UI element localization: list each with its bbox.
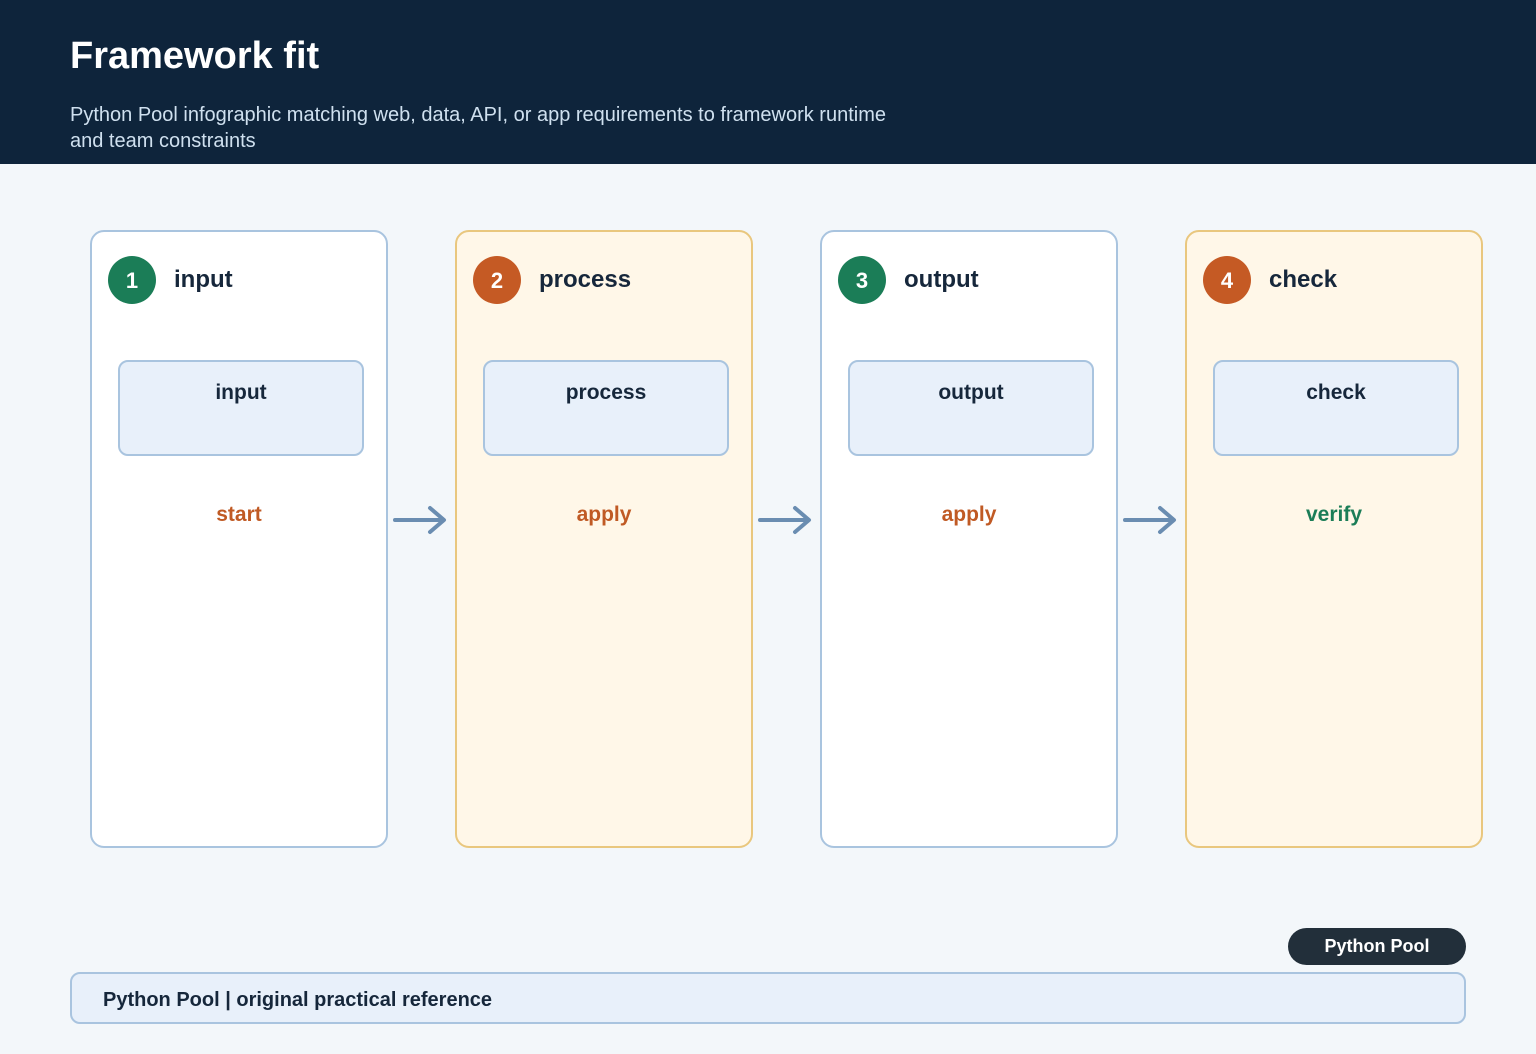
footer-bar: Python Pool | original practical referen… <box>70 972 1466 1024</box>
step-title: process <box>539 266 632 293</box>
step-content-box: output <box>848 360 1094 456</box>
step-action-label: start <box>216 503 262 526</box>
brand-badge: Python Pool <box>1288 928 1466 965</box>
step-card-process: 2 process process apply <box>455 230 753 848</box>
page-subtitle: Python Pool infographic matching web, da… <box>70 104 886 152</box>
step-content-label: input <box>215 381 267 404</box>
step-content-box: check <box>1213 360 1459 456</box>
step-title: output <box>904 266 979 293</box>
step-action-label: verify <box>1305 503 1363 526</box>
step-card-output: 3 output output apply <box>820 230 1118 848</box>
arrow-right-icon <box>393 506 446 534</box>
step-content-label: check <box>1306 381 1366 404</box>
step-number-badge: 2 <box>473 256 521 304</box>
page-title: Framework fit <box>70 35 320 77</box>
header-banner: Framework fit Python Pool infographic ma… <box>0 0 1536 164</box>
step-content-label: process <box>565 381 647 404</box>
step-content-label: output <box>938 381 1004 404</box>
arrow-right-icon <box>758 506 811 534</box>
step-title: input <box>174 266 233 293</box>
footer-text: Python Pool | original practical referen… <box>103 989 493 1011</box>
arrow-right-icon <box>1123 506 1176 534</box>
step-content-box: input <box>118 360 364 456</box>
step-card-input: 1 input input start <box>90 230 388 848</box>
step-content-box: process <box>483 360 729 456</box>
step-title: check <box>1269 266 1338 293</box>
step-action-label: apply <box>576 503 632 526</box>
step-number-badge: 3 <box>838 256 886 304</box>
step-number-badge: 4 <box>1203 256 1251 304</box>
step-number-badge: 1 <box>108 256 156 304</box>
step-card-check: 4 check check verify <box>1185 230 1483 848</box>
step-action-label: apply <box>941 503 997 526</box>
